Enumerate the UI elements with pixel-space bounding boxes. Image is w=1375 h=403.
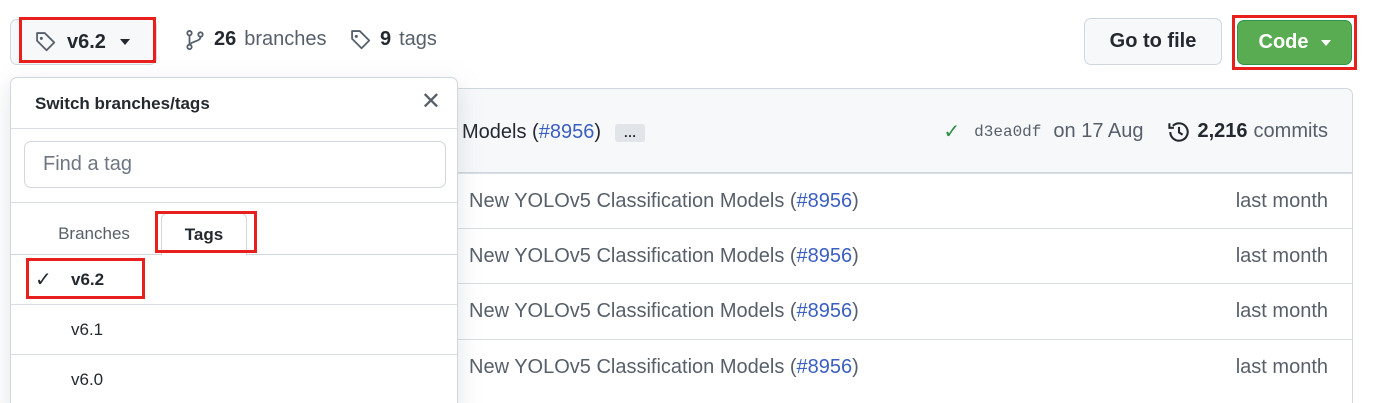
file-commit-age: last month xyxy=(1235,190,1328,212)
file-commit-close: ) xyxy=(852,356,859,378)
commit-date: on 17 Aug xyxy=(1053,120,1144,142)
dropdown-tabs: Branches Tags xyxy=(11,203,457,256)
check-icon[interactable]: ✓ xyxy=(943,119,960,144)
tag-icon xyxy=(351,29,371,49)
file-commit-text: New YOLOv5 Classification Models ( xyxy=(469,190,797,212)
latest-commit-message: Models ( #8956 ) … xyxy=(462,121,645,144)
tag-item-label: v6.1 xyxy=(71,320,104,339)
file-commit-text: New YOLOv5 Classification Models ( xyxy=(469,356,797,378)
tags-link[interactable]: 9 tags xyxy=(350,28,437,51)
code-button-label: Code xyxy=(1258,31,1309,53)
tag-item-v6-2[interactable]: ✓ v6.2 xyxy=(11,255,457,305)
git-branch-icon xyxy=(186,29,204,50)
dropdown-filter xyxy=(11,129,457,203)
branch-tag-switcher-button[interactable]: v6.2 xyxy=(10,19,157,65)
current-ref-label: v6.2 xyxy=(67,30,106,53)
commit-message-close: ) xyxy=(594,121,601,143)
file-commit-message[interactable]: New YOLOv5 Classification Models (#8956) xyxy=(469,300,859,323)
branches-label: branches xyxy=(244,28,327,50)
repo-page: v6.2 26 branches 9 tags Go to file Code … xyxy=(0,0,1375,403)
commits-history-link[interactable]: 2,216 commits xyxy=(1167,120,1328,144)
commits-count: 2,216 xyxy=(1197,120,1248,142)
tag-item-label: v6.2 xyxy=(71,270,105,289)
file-commit-close: ) xyxy=(852,245,859,267)
commit-pr-link[interactable]: #8956 xyxy=(539,121,595,144)
commit-meta: ✓ d3ea0df on 17 Aug 2,216 commits xyxy=(943,119,1328,144)
file-commit-age: last month xyxy=(1235,245,1328,267)
tag-icon xyxy=(36,32,56,52)
tag-item-v6-1[interactable]: v6.1 xyxy=(11,305,457,355)
chevron-down-icon xyxy=(1320,39,1331,46)
file-pr-link[interactable]: #8956 xyxy=(797,300,853,322)
file-pr-link[interactable]: #8956 xyxy=(797,245,853,267)
file-pr-link[interactable]: #8956 xyxy=(797,190,853,212)
dropdown-header: Switch branches/tags ✕ xyxy=(11,78,457,129)
file-commit-text: New YOLOv5 Classification Models ( xyxy=(469,300,797,322)
file-commit-text: New YOLOv5 Classification Models ( xyxy=(469,245,797,267)
tag-item-label: v6.0 xyxy=(71,370,104,389)
code-button[interactable]: Code xyxy=(1237,20,1352,65)
branches-count: 26 xyxy=(214,28,237,50)
file-commit-close: ) xyxy=(852,190,859,212)
check-icon: ✓ xyxy=(35,269,52,291)
file-commit-close: ) xyxy=(852,300,859,322)
history-icon xyxy=(1168,121,1190,142)
tab-branches[interactable]: Branches xyxy=(29,212,159,255)
switch-branches-tags-dropdown: Switch branches/tags ✕ Branches Tags ✓ v… xyxy=(10,77,458,403)
close-icon[interactable]: ✕ xyxy=(421,90,441,114)
tags-count: 9 xyxy=(380,28,392,50)
commits-label: commits xyxy=(1253,120,1328,142)
tags-label: tags xyxy=(399,28,437,50)
go-to-file-button[interactable]: Go to file xyxy=(1084,18,1222,65)
file-commit-age: last month xyxy=(1235,300,1328,322)
file-commit-message[interactable]: New YOLOv5 Classification Models (#8956) xyxy=(469,245,859,268)
file-pr-link[interactable]: #8956 xyxy=(797,356,853,378)
tab-tags[interactable]: Tags xyxy=(161,213,247,256)
tag-item-v6-0[interactable]: v6.0 xyxy=(11,355,457,403)
file-commit-message[interactable]: New YOLOv5 Classification Models (#8956) xyxy=(469,356,859,379)
dropdown-title: Switch branches/tags xyxy=(35,94,210,113)
commit-message-text: Models ( xyxy=(462,121,539,143)
file-commit-message[interactable]: New YOLOv5 Classification Models (#8956) xyxy=(469,190,859,213)
chevron-down-icon xyxy=(119,39,130,45)
expand-commit-button[interactable]: … xyxy=(615,123,645,142)
file-commit-age: last month xyxy=(1235,356,1328,378)
branches-link[interactable]: 26 branches xyxy=(184,28,327,51)
commit-sha-link[interactable]: d3ea0df xyxy=(974,123,1041,141)
find-tag-input[interactable] xyxy=(24,141,446,188)
